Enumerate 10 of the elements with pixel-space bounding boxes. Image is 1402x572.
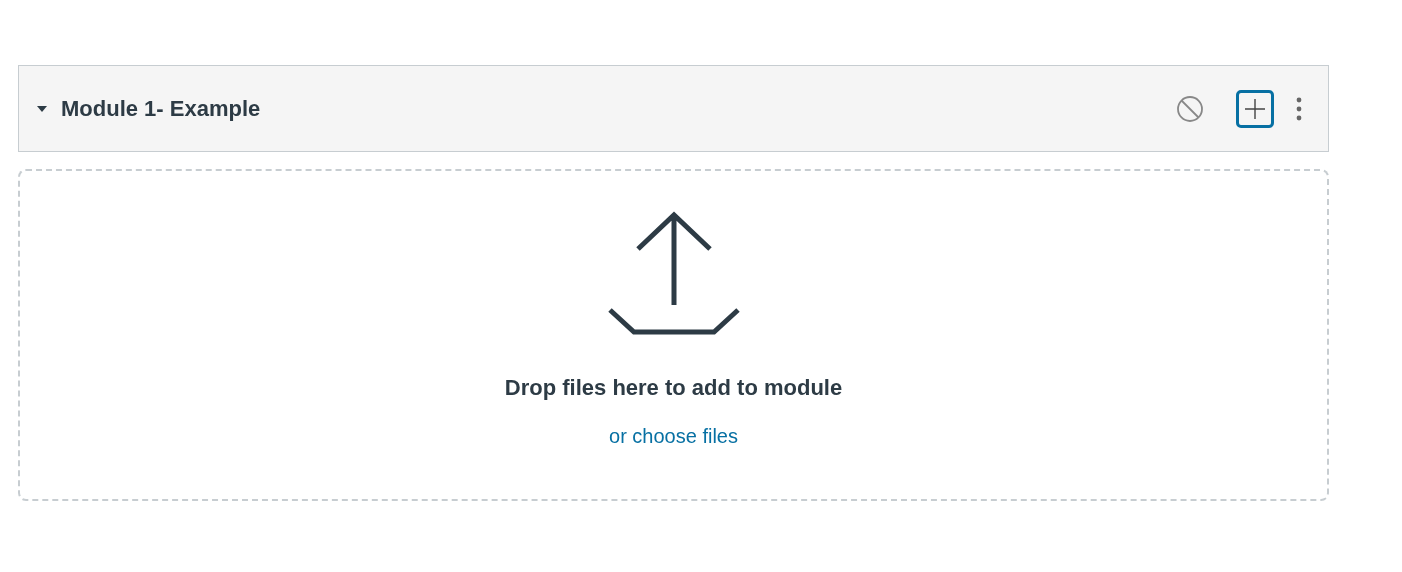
add-item-button[interactable]: [1236, 89, 1274, 128]
choose-files-link[interactable]: or choose files: [609, 425, 738, 448]
caret-icon: [36, 103, 48, 114]
kebab-icon: [1296, 96, 1302, 121]
unpublished-icon[interactable]: [1176, 94, 1204, 123]
plus-icon: [1244, 97, 1266, 120]
upload-icon: [607, 211, 740, 337]
module-title: Module 1- Example: [61, 95, 262, 122]
more-options-button[interactable]: [1296, 96, 1302, 121]
drop-message: Drop files here to add to module: [504, 375, 843, 401]
